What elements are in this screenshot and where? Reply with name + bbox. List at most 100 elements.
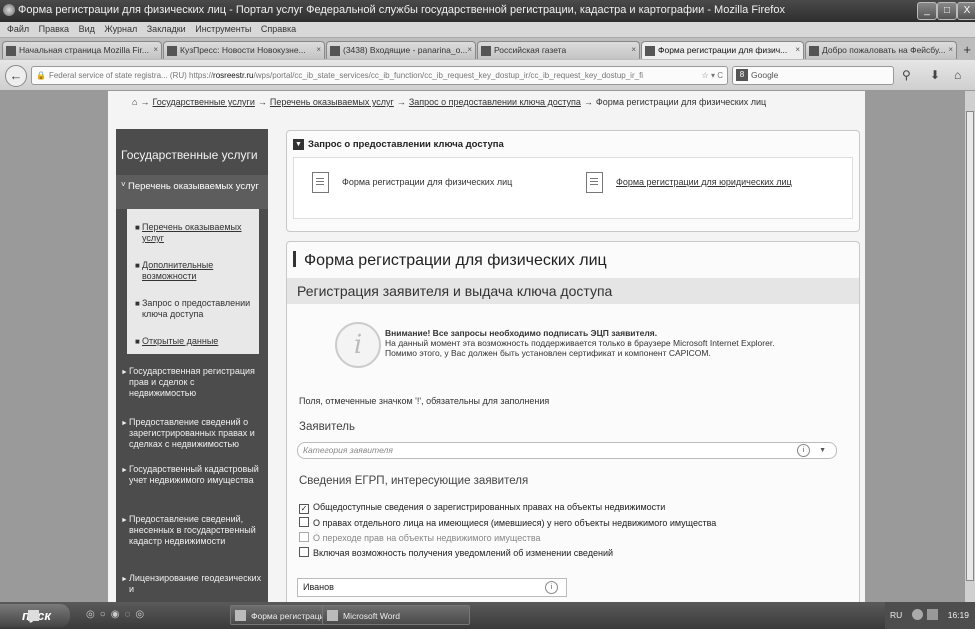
registration-form-panel: Форма регистрации для физических лиц Рег… <box>286 241 860 602</box>
signature-notice: Внимание! Все запросы необходимо подписа… <box>385 328 775 358</box>
sidebar-sub-item[interactable]: ■ Дополнительные возможности <box>135 260 255 282</box>
document-icon <box>312 172 329 193</box>
chevron-right-icon: ► <box>121 517 128 524</box>
close-tab-icon[interactable]: × <box>948 45 953 54</box>
google-icon[interactable]: 8 <box>736 69 748 81</box>
individual-form-link[interactable]: Форма регистрации для физических лиц <box>342 177 512 187</box>
news-icon <box>167 46 177 56</box>
checkbox[interactable] <box>299 547 309 557</box>
surname-field[interactable]: Иванов i <box>297 578 567 597</box>
scrollbar-thumb[interactable] <box>966 111 974 581</box>
tray-icon[interactable] <box>927 609 938 620</box>
address-bar[interactable]: 🔒 Federal service of state registra... (R… <box>31 66 728 85</box>
start-button[interactable]: пуск <box>0 604 70 627</box>
close-tab-icon[interactable]: × <box>795 45 800 54</box>
tab-registration-form[interactable]: Форма регистрации для физич... × <box>641 41 804 59</box>
applicant-category-select[interactable]: Категория заявителя i ▼ <box>297 442 837 459</box>
task-word[interactable]: Microsoft Word <box>322 605 470 625</box>
close-button[interactable]: X <box>957 2 975 20</box>
rosreestr-icon <box>645 46 655 56</box>
sidebar-item-registration[interactable]: ► Государственная регистрация прав и сдел… <box>121 366 263 399</box>
facebook-icon <box>809 46 819 56</box>
menu-tools[interactable]: Инструменты <box>195 22 251 37</box>
checkbox-checked[interactable]: ✓ <box>299 504 309 514</box>
applicant-label: Заявитель <box>299 421 355 433</box>
url-path: /wps/portal/cc_ib_state_services/cc_ib_f… <box>253 71 644 80</box>
title-marker <box>293 251 296 267</box>
new-tab-button[interactable]: + <box>963 42 971 57</box>
sidebar-item-cadastre-info[interactable]: ► Предоставление сведений, внесенных в го… <box>121 514 263 547</box>
sidebar-sub-item[interactable]: ■ Открытые данные <box>135 336 255 347</box>
word-icon <box>327 610 338 621</box>
form-title: Форма регистрации для физических лиц <box>293 251 607 270</box>
panel-heading[interactable]: ▼ Запрос о предоставлении ключа доступа <box>293 139 504 150</box>
close-tab-icon[interactable]: × <box>316 45 321 54</box>
sidebar-item-services-list[interactable]: ˅ Перечень оказываемых услуг <box>116 175 268 209</box>
chevron-right-icon: ► <box>121 467 128 474</box>
home-button-icon[interactable]: ⌂ <box>954 68 961 82</box>
info-small-icon[interactable]: i <box>797 444 810 457</box>
tab-mail[interactable]: (3438) Входящие - panarina_o... × <box>326 41 476 59</box>
sidebar-sub-item[interactable]: ■ Перечень оказываемых услуг <box>135 222 255 244</box>
checkbox-public-info[interactable]: ✓ Общедоступные сведения о зарегистрирова… <box>299 502 665 514</box>
vertical-scrollbar[interactable] <box>964 91 975 602</box>
chevron-right-icon: ► <box>121 369 128 376</box>
site-identity[interactable]: Federal service of state registra... (RU… <box>49 71 187 80</box>
quick-launch[interactable]: ◎○◉◌◎ <box>86 609 149 620</box>
menu-edit[interactable]: Правка <box>39 22 69 37</box>
search-bar[interactable]: 8 Google <box>732 66 894 85</box>
bookmark-star-icon[interactable]: ☆ ▾ C <box>702 67 723 84</box>
tray-icon[interactable] <box>912 609 923 620</box>
breadcrumb-link[interactable]: Государственные услуги <box>152 97 254 107</box>
sidebar: Государственные услуги ˅ Перечень оказыв… <box>116 129 268 602</box>
language-indicator[interactable]: RU <box>890 610 902 620</box>
breadcrumb-link[interactable]: Запрос о предоставлении ключа доступа <box>409 97 581 107</box>
close-tab-icon[interactable]: × <box>631 45 636 54</box>
page-content: ⌂ → Государственные услуги → Перечень оказыв… <box>108 91 865 602</box>
request-key-panel: ▼ Запрос о предоставлении ключа доступа Ф… <box>286 130 860 232</box>
chevron-down-icon[interactable]: ▼ <box>819 443 826 458</box>
sidebar-sub-item-current[interactable]: ■ Запрос о предоставлении ключа доступа <box>135 298 255 320</box>
sidebar-item-rights-info[interactable]: ► Предоставление сведений о зарегистриров… <box>121 417 263 450</box>
search-go-icon[interactable]: ⚲ <box>902 68 911 82</box>
download-icon[interactable]: ⬇ <box>930 68 940 82</box>
legal-entity-form-link[interactable]: Форма регистрации для юридических лиц <box>616 177 792 187</box>
menu-view[interactable]: Вид <box>79 22 95 37</box>
close-tab-icon[interactable]: × <box>153 45 158 54</box>
minimize-button[interactable]: _ <box>917 2 937 20</box>
menu-history[interactable]: Журнал <box>104 22 137 37</box>
menu-bar: Файл Правка Вид Журнал Закладки Инструме… <box>0 22 975 38</box>
tab-kuzpress[interactable]: КузПресс: Новости Новокузне... × <box>163 41 325 59</box>
firefox-icon <box>235 610 246 621</box>
checkbox-notifications[interactable]: Включая возможность получения уведомлени… <box>299 547 613 558</box>
sidebar-item-cadastral[interactable]: ► Государственный кадастровый учет недвиж… <box>121 464 263 486</box>
document-icon <box>586 172 603 193</box>
menu-bookmarks[interactable]: Закладки <box>147 22 186 37</box>
checkbox[interactable] <box>299 517 309 527</box>
tab-mozilla-start[interactable]: Начальная страница Mozilla Fir... × <box>2 41 162 59</box>
mail-icon <box>330 46 340 56</box>
home-icon[interactable]: ⌂ <box>132 97 137 107</box>
lock-icon: 🔒 <box>36 71 46 80</box>
taskbar: пуск ◎○◉◌◎ Форма регистрации ... Microso… <box>0 602 975 629</box>
sidebar-item-licensing[interactable]: ► Лицензирование геодезических и <box>121 573 263 595</box>
page-viewport: ⌂ → Государственные услуги → Перечень оказыв… <box>0 91 965 602</box>
sidebar-title[interactable]: Государственные услуги <box>121 148 258 162</box>
back-button[interactable]: ← <box>5 65 27 87</box>
menu-file[interactable]: Файл <box>7 22 29 37</box>
tab-facebook[interactable]: Добро пожаловать на Фейсбу... × <box>805 41 957 59</box>
menu-help[interactable]: Справка <box>261 22 296 37</box>
breadcrumb-link[interactable]: Перечень оказываемых услуг <box>270 97 394 107</box>
checkbox-disabled <box>299 532 309 542</box>
maximize-button[interactable]: □ <box>937 2 957 20</box>
clock: 16:19 <box>947 610 969 620</box>
breadcrumb-current: Форма регистрации для физических лиц <box>595 97 767 107</box>
navigation-bar: ← 🔒 Federal service of state registra... … <box>0 60 975 91</box>
close-tab-icon[interactable]: × <box>467 45 472 54</box>
collapse-icon[interactable]: ▼ <box>293 139 304 150</box>
tab-rg[interactable]: Российская газета × <box>477 41 640 59</box>
checkbox-person-rights[interactable]: О правах отдельного лица на имеющиеся (и… <box>299 517 716 528</box>
registration-forms-box: Форма регистрации для физических лиц Фор… <box>293 157 853 219</box>
info-small-icon[interactable]: i <box>545 581 558 594</box>
system-tray: RU 16:19 <box>885 602 975 629</box>
